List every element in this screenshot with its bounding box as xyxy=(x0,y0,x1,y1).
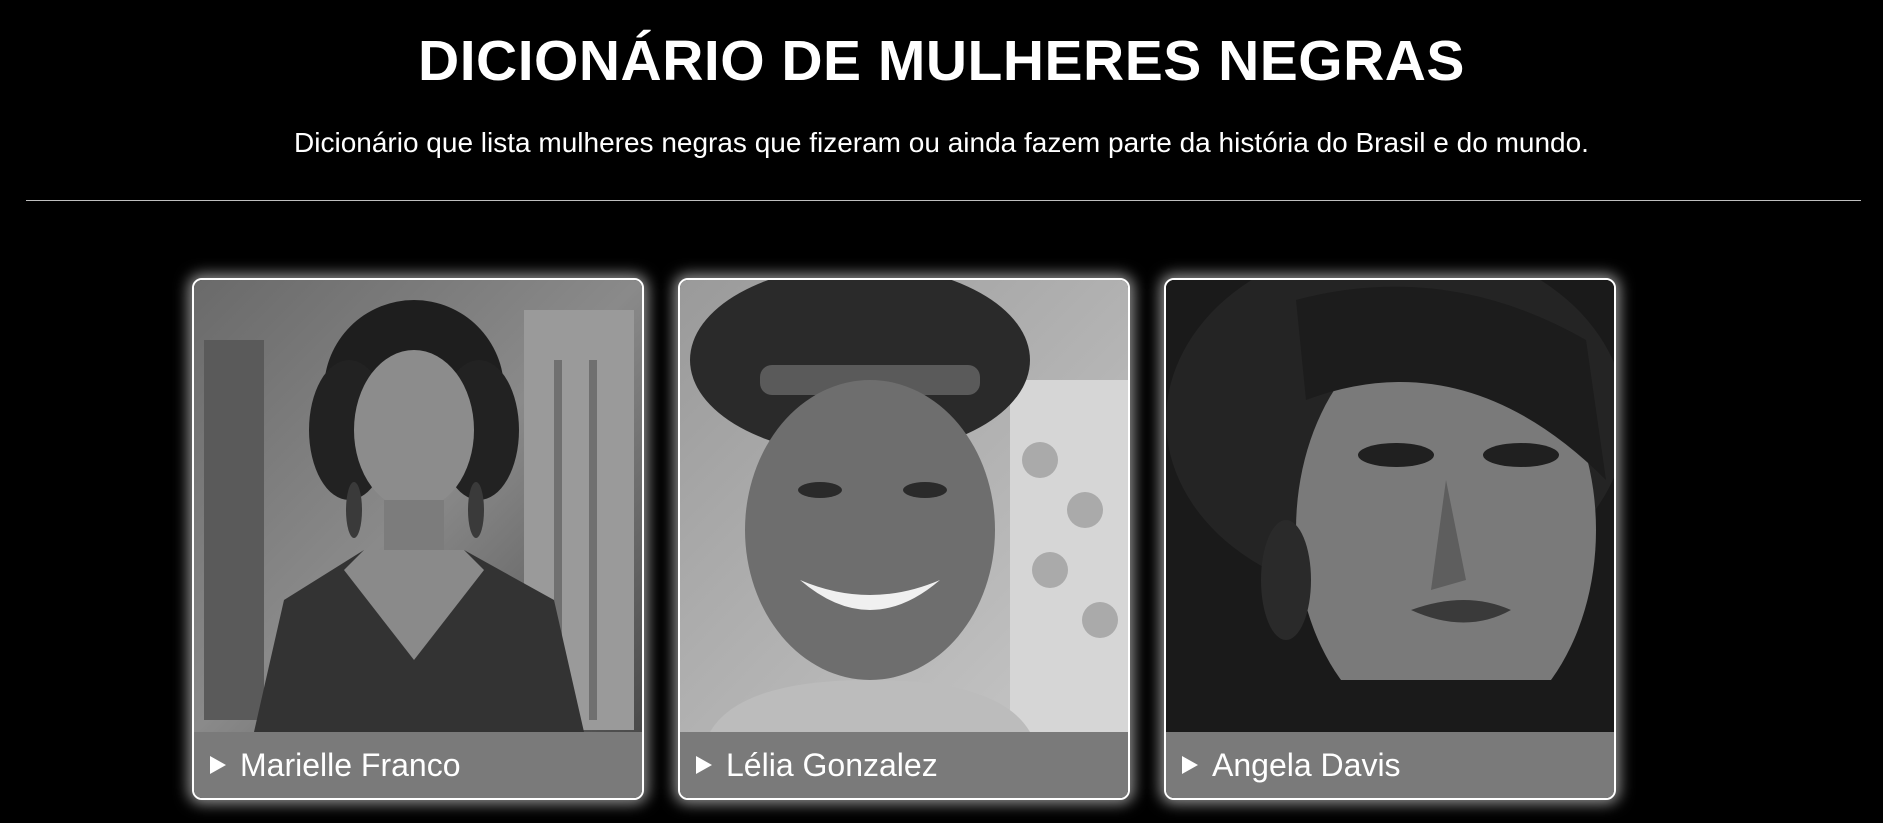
card-name: Angela Davis xyxy=(1212,747,1401,783)
card-name: Marielle Franco xyxy=(240,747,461,783)
page: DICIONÁRIO DE MULHERES NEGRAS Dicionário… xyxy=(0,0,1883,823)
card-name: Lélia Gonzalez xyxy=(726,747,938,783)
play-triangle-icon xyxy=(210,756,226,774)
card-angela-davis[interactable]: Angela Davis xyxy=(1164,278,1616,800)
page-subtitle: Dicionário que lista mulheres negras que… xyxy=(294,127,1589,158)
portrait-photo xyxy=(1166,280,1614,732)
card-lelia-gonzalez[interactable]: Lélia Gonzalez xyxy=(678,278,1130,800)
portrait-photo xyxy=(680,280,1128,732)
cards-grid: Marielle Franco Lélia Gonzalez Angela Da… xyxy=(0,278,1883,800)
page-title: DICIONÁRIO DE MULHERES NEGRAS xyxy=(418,29,1465,93)
card-caption[interactable]: Marielle Franco xyxy=(194,732,642,798)
card-caption[interactable]: Lélia Gonzalez xyxy=(680,732,1128,798)
card-caption[interactable]: Angela Davis xyxy=(1166,732,1614,798)
play-triangle-icon xyxy=(696,756,712,774)
card-marielle-franco[interactable]: Marielle Franco xyxy=(192,278,644,800)
play-triangle-icon xyxy=(1182,756,1198,774)
portrait-photo xyxy=(194,280,642,732)
header-divider xyxy=(26,200,1861,201)
